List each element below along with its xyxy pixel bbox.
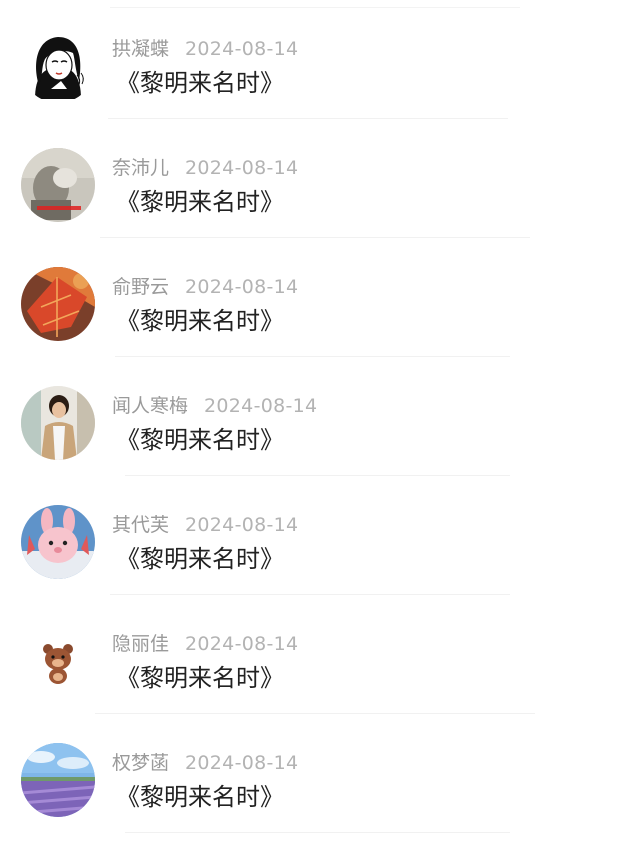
divider xyxy=(125,832,510,833)
lavender-field-icon xyxy=(21,743,95,817)
comment-text: 《黎明来名时》 xyxy=(116,426,284,454)
username[interactable]: 隐丽佳 xyxy=(112,633,169,655)
comment-meta: 其代芙 2024-08-14 xyxy=(112,514,298,536)
comment-text: 《黎明来名时》 xyxy=(116,69,284,97)
avatar[interactable] xyxy=(21,148,95,222)
avatar[interactable] xyxy=(21,624,95,698)
comment-date: 2024-08-14 xyxy=(185,633,299,655)
comment-date: 2024-08-14 xyxy=(185,752,299,774)
avatar[interactable] xyxy=(21,29,95,103)
comment-text: 《黎明来名时》 xyxy=(116,783,284,811)
comment-text: 《黎明来名时》 xyxy=(116,307,284,335)
comment-date: 2024-08-14 xyxy=(185,157,299,179)
avatar[interactable] xyxy=(21,743,95,817)
grey-photo-icon xyxy=(21,148,95,222)
username[interactable]: 俞野云 xyxy=(112,276,169,298)
username[interactable]: 其代芙 xyxy=(112,514,169,536)
avatar[interactable] xyxy=(21,386,95,460)
username[interactable]: 闻人寒梅 xyxy=(112,395,188,417)
comment-meta: 拱凝蝶 2024-08-14 xyxy=(112,38,298,60)
list-item[interactable]: 俞野云 2024-08-14 《黎明来名时》 xyxy=(0,238,640,357)
list-item[interactable]: 拱凝蝶 2024-08-14 《黎明来名时》 xyxy=(0,0,640,119)
comment-meta: 隐丽佳 2024-08-14 xyxy=(112,633,298,655)
comment-meta: 闻人寒梅 2024-08-14 xyxy=(112,395,317,417)
username[interactable]: 奈沛儿 xyxy=(112,157,169,179)
young-man-icon xyxy=(21,386,95,460)
comment-text: 《黎明来名时》 xyxy=(116,664,284,692)
comment-date: 2024-08-14 xyxy=(185,514,299,536)
comment-text: 《黎明来名时》 xyxy=(116,545,284,573)
comment-date: 2024-08-14 xyxy=(204,395,318,417)
brown-bear-icon xyxy=(21,624,95,698)
pink-rabbit-icon xyxy=(21,505,95,579)
list-item[interactable]: 闻人寒梅 2024-08-14 《黎明来名时》 xyxy=(0,357,640,476)
list-item[interactable]: 奈沛儿 2024-08-14 《黎明来名时》 xyxy=(0,119,640,238)
list-item[interactable]: 隐丽佳 2024-08-14 《黎明来名时》 xyxy=(0,595,640,714)
autumn-leaf-icon xyxy=(21,267,95,341)
list-item[interactable]: 其代芙 2024-08-14 《黎明来名时》 xyxy=(0,476,640,595)
comment-list: 拱凝蝶 2024-08-14 《黎明来名时》 奈沛儿 2024-08-14 《黎明来… xyxy=(0,0,640,833)
list-item[interactable]: 权梦菡 2024-08-14 《黎明来名时》 xyxy=(0,714,640,833)
comment-date: 2024-08-14 xyxy=(185,38,299,60)
girl-sketch-icon xyxy=(21,29,95,103)
comment-meta: 奈沛儿 2024-08-14 xyxy=(112,157,298,179)
username[interactable]: 拱凝蝶 xyxy=(112,38,169,60)
comment-date: 2024-08-14 xyxy=(185,276,299,298)
avatar[interactable] xyxy=(21,267,95,341)
avatar[interactable] xyxy=(21,505,95,579)
comment-meta: 俞野云 2024-08-14 xyxy=(112,276,298,298)
username[interactable]: 权梦菡 xyxy=(112,752,169,774)
comment-text: 《黎明来名时》 xyxy=(116,188,284,216)
comment-meta: 权梦菡 2024-08-14 xyxy=(112,752,298,774)
